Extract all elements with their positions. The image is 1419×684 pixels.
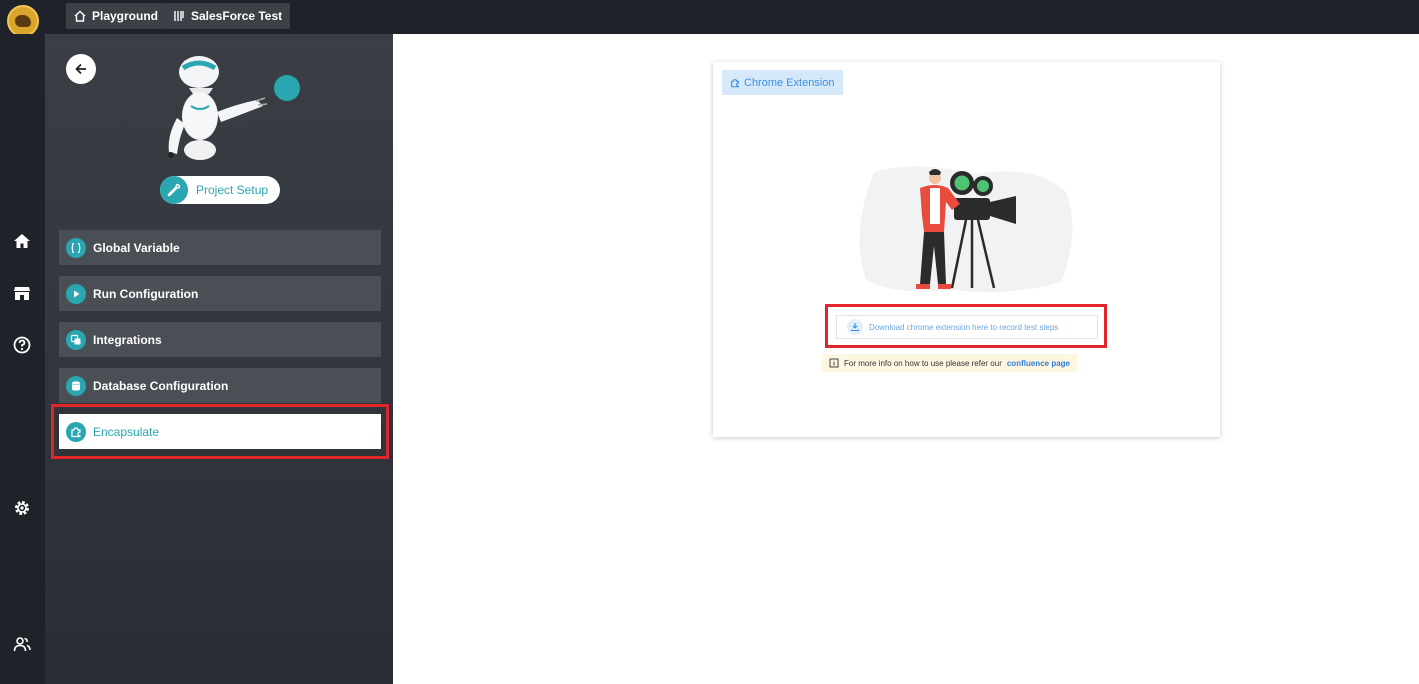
breadcrumb-project[interactable]: SalesForce Test	[165, 3, 291, 29]
sidebar-item-label: Database Configuration	[93, 378, 229, 393]
chrome-extension-card: Chrome Extension Download chrome extensi…	[713, 62, 1220, 437]
breadcrumb-label: Playground	[92, 9, 159, 23]
icon-rail	[0, 34, 45, 684]
camera-operator-illustration	[859, 166, 1073, 293]
help-icon[interactable]	[12, 335, 32, 355]
sidebar-item-label: Integrations	[93, 332, 162, 347]
tab-label: Chrome Extension	[744, 76, 835, 89]
sidebar-item-label: Global Variable	[93, 240, 180, 255]
info-text: For more info on how to use please refer…	[844, 358, 1002, 368]
project-setup-pill[interactable]: Project Setup	[160, 176, 280, 204]
home-icon	[74, 10, 86, 22]
tab-chrome-extension[interactable]: Chrome Extension	[722, 70, 843, 95]
store-icon[interactable]	[12, 283, 32, 303]
puzzle-icon	[731, 78, 739, 87]
breadcrumb-label: SalesForce Test	[191, 9, 283, 23]
sidebar-item-integrations[interactable]: Integrations	[59, 322, 381, 357]
back-button[interactable]	[66, 54, 96, 84]
project-sidebar: Project Setup Global Variable Run Config…	[45, 34, 393, 684]
wrench-icon	[167, 183, 181, 197]
robot-mascot-illustration	[168, 56, 300, 160]
project-setup-label: Project Setup	[196, 183, 269, 197]
breadcrumb-playground[interactable]: Playground	[66, 3, 167, 29]
sidebar-item-run-configuration[interactable]: Run Configuration	[59, 276, 381, 311]
project-icon	[174, 11, 184, 21]
database-icon	[72, 380, 80, 391]
highlight-box-encapsulate	[51, 404, 389, 459]
info-icon	[829, 358, 839, 368]
app-logo[interactable]	[7, 5, 39, 37]
braces-icon	[71, 242, 81, 253]
home-icon[interactable]	[12, 231, 32, 251]
users-icon[interactable]	[12, 634, 32, 654]
sidebar-item-label: Run Configuration	[93, 286, 199, 301]
integrations-icon	[70, 334, 81, 344]
play-icon	[74, 290, 80, 297]
settings-icon[interactable]	[12, 498, 32, 518]
sidebar-item-global-variable[interactable]: Global Variable	[59, 230, 381, 265]
top-bar: Playground SalesForce Test	[0, 0, 1419, 37]
confluence-link[interactable]: confluence page	[1007, 359, 1070, 368]
highlight-box-download	[825, 304, 1107, 348]
info-banner: For more info on how to use please refer…	[822, 354, 1077, 372]
sidebar-item-database-configuration[interactable]: Database Configuration	[59, 368, 381, 403]
arrow-left-icon	[75, 63, 86, 75]
